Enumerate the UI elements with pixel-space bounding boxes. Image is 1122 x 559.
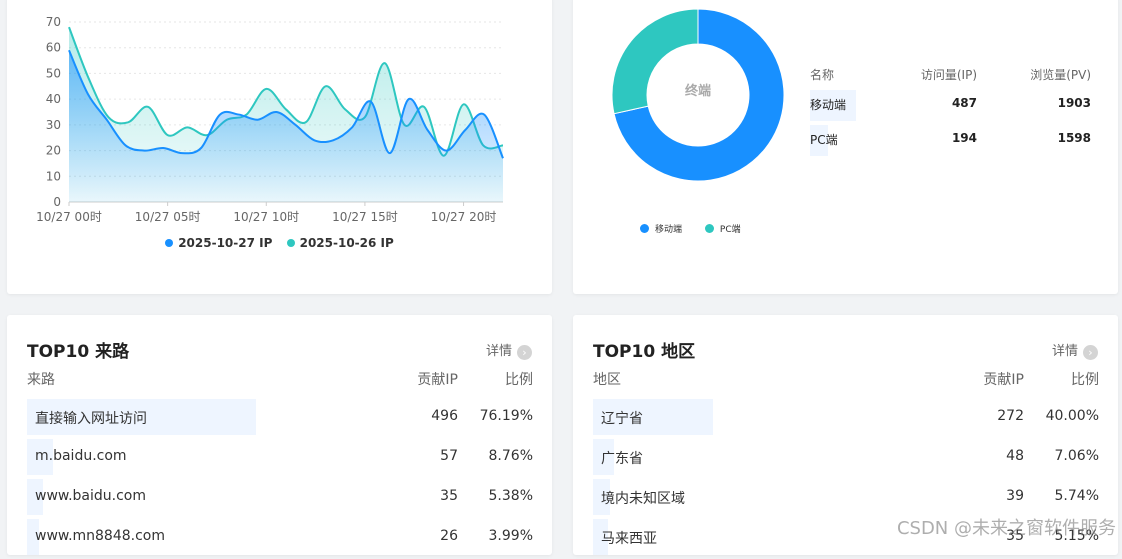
list-item[interactable]: 境内未知区域 39 5.74% bbox=[593, 479, 1099, 519]
item-label: www.baidu.com bbox=[35, 488, 146, 504]
ip-trend-card: 0 10 20 30 40 50 60 70 10/27 00时 10/27 05时 10/27 1… bbox=[7, 0, 552, 294]
table-row: PC端 194 1598 bbox=[810, 123, 1095, 158]
terminal-card: 终端 移动端 PC端 名称 访问量(IP) 浏览量(PV) 移动端 487 19… bbox=[573, 0, 1118, 294]
list-item[interactable]: 直接输入网址访问 496 76.19% bbox=[27, 399, 533, 439]
x-tick-label: 10/27 10时 bbox=[233, 210, 299, 224]
chevron-right-icon: › bbox=[1083, 345, 1098, 360]
legend-dot-icon bbox=[704, 224, 714, 233]
y-tick-label: 50 bbox=[46, 66, 61, 80]
detail-link[interactable]: 详情 › bbox=[1052, 340, 1098, 360]
y-tick-label: 10 bbox=[46, 169, 61, 183]
y-tick-label: 40 bbox=[46, 92, 61, 106]
legend-label: 2025-10-26 IP bbox=[299, 236, 394, 250]
header-ratio: 比例 bbox=[1071, 372, 1099, 388]
header-name: 名称 bbox=[810, 68, 835, 82]
item-ratio: 3.99% bbox=[488, 528, 533, 544]
list-header: 地区 贡献IP 比例 bbox=[593, 369, 1099, 399]
legend-label: PC端 bbox=[719, 225, 741, 235]
terminal-legend: 移动端 PC端 bbox=[640, 222, 761, 235]
item-label: 马来西亚 bbox=[601, 531, 657, 547]
row-pv: 1598 bbox=[1057, 131, 1091, 145]
item-label: 境内未知区域 bbox=[601, 491, 685, 507]
header-ip: 贡献IP bbox=[417, 372, 458, 388]
item-label: 辽宁省 bbox=[601, 411, 643, 427]
x-tick-label: 10/27 15时 bbox=[332, 210, 398, 224]
ip-trend-chart: 0 10 20 30 40 50 60 70 10/27 00时 10/27 05时 10/27 1… bbox=[36, 15, 504, 224]
row-ip: 194 bbox=[951, 131, 977, 145]
x-tick-label: 10/27 05时 bbox=[135, 210, 201, 224]
table-row: 移动端 487 1903 bbox=[810, 88, 1095, 123]
item-ip: 48 bbox=[1006, 448, 1024, 464]
legend-dot-icon bbox=[640, 224, 649, 233]
item-ratio: 40.00% bbox=[1045, 408, 1099, 424]
chevron-right-icon: › bbox=[517, 345, 532, 360]
header-source: 来路 bbox=[27, 372, 55, 388]
legend-item-series-2[interactable]: 2025-10-26 IP bbox=[286, 236, 394, 250]
legend-label: 2025-10-27 IP bbox=[178, 236, 273, 250]
terminal-donut-chart: 终端 bbox=[611, 8, 785, 182]
table-header: 名称 访问量(IP) 浏览量(PV) bbox=[810, 66, 1095, 88]
trend-legend: 2025-10-27 IP 2025-10-26 IP bbox=[7, 236, 552, 250]
item-label: m.baidu.com bbox=[35, 448, 127, 464]
item-ip: 57 bbox=[440, 448, 458, 464]
card-title: TOP10 地区 bbox=[593, 342, 696, 362]
item-ip: 39 bbox=[1006, 488, 1024, 504]
list-item[interactable]: m.baidu.com 57 8.76% bbox=[27, 439, 533, 479]
legend-item-series-1[interactable]: 2025-10-27 IP bbox=[165, 236, 272, 250]
row-ip: 487 bbox=[951, 96, 977, 110]
detail-label: 详情 bbox=[1051, 344, 1078, 359]
y-tick-label: 30 bbox=[46, 118, 61, 132]
header-ip: 访问量(IP) bbox=[920, 68, 977, 82]
list-item[interactable]: www.baidu.com 35 5.38% bbox=[27, 479, 533, 519]
donut-center-label: 终端 bbox=[685, 83, 711, 99]
item-label: www.mn8848.com bbox=[35, 528, 166, 544]
row-name: 移动端 bbox=[810, 98, 847, 112]
item-ratio: 5.38% bbox=[488, 488, 533, 504]
row-pv: 1903 bbox=[1057, 96, 1091, 110]
header-ratio: 比例 bbox=[505, 372, 533, 388]
legend-dot-icon bbox=[165, 239, 174, 247]
legend-item-pc[interactable]: PC端 bbox=[704, 222, 741, 235]
item-ip: 496 bbox=[431, 408, 458, 424]
legend-item-mobile[interactable]: 移动端 bbox=[640, 222, 682, 235]
item-label: 广东省 bbox=[601, 451, 643, 467]
item-ratio: 7.06% bbox=[1054, 448, 1099, 464]
y-tick-label: 60 bbox=[46, 41, 61, 55]
item-ratio: 76.19% bbox=[479, 408, 533, 424]
y-tick-label: 0 bbox=[53, 195, 61, 209]
list-item[interactable]: 广东省 48 7.06% bbox=[593, 439, 1099, 479]
list-item[interactable]: 辽宁省 272 40.00% bbox=[593, 399, 1099, 439]
terminal-table: 名称 访问量(IP) 浏览量(PV) 移动端 487 1903 PC端 194 … bbox=[810, 66, 1095, 158]
x-tick-label: 10/27 00时 bbox=[36, 210, 102, 224]
list-header: 来路 贡献IP 比例 bbox=[27, 369, 533, 399]
watermark: CSDN @未来之窗软件服务 bbox=[896, 518, 1116, 539]
row-name: PC端 bbox=[810, 133, 838, 147]
legend-dot-icon bbox=[286, 239, 295, 247]
y-tick-label: 20 bbox=[46, 144, 61, 158]
item-label: 直接输入网址访问 bbox=[35, 411, 147, 427]
top10-source-card: TOP10 来路 详情 › 来路 贡献IP 比例 直接输入网址访问 496 76.… bbox=[7, 315, 552, 555]
header-ip: 贡献IP bbox=[983, 372, 1024, 388]
source-list: 来路 贡献IP 比例 直接输入网址访问 496 76.19% m.baidu.c… bbox=[27, 369, 533, 559]
y-tick-label: 70 bbox=[46, 15, 61, 29]
item-ratio: 8.76% bbox=[488, 448, 533, 464]
item-ip: 26 bbox=[440, 528, 458, 544]
detail-link[interactable]: 详情 › bbox=[486, 340, 532, 360]
x-tick-label: 10/27 20时 bbox=[431, 210, 497, 224]
header-pv: 浏览量(PV) bbox=[1030, 68, 1091, 82]
item-ip: 35 bbox=[440, 488, 458, 504]
legend-label: 移动端 bbox=[655, 225, 683, 235]
detail-label: 详情 bbox=[485, 344, 512, 359]
item-ip: 272 bbox=[997, 408, 1024, 424]
header-region: 地区 bbox=[593, 372, 621, 388]
list-item[interactable]: www.mn8848.com 26 3.99% bbox=[27, 519, 533, 559]
item-ratio: 5.74% bbox=[1054, 488, 1099, 504]
card-title: TOP10 来路 bbox=[27, 342, 130, 362]
